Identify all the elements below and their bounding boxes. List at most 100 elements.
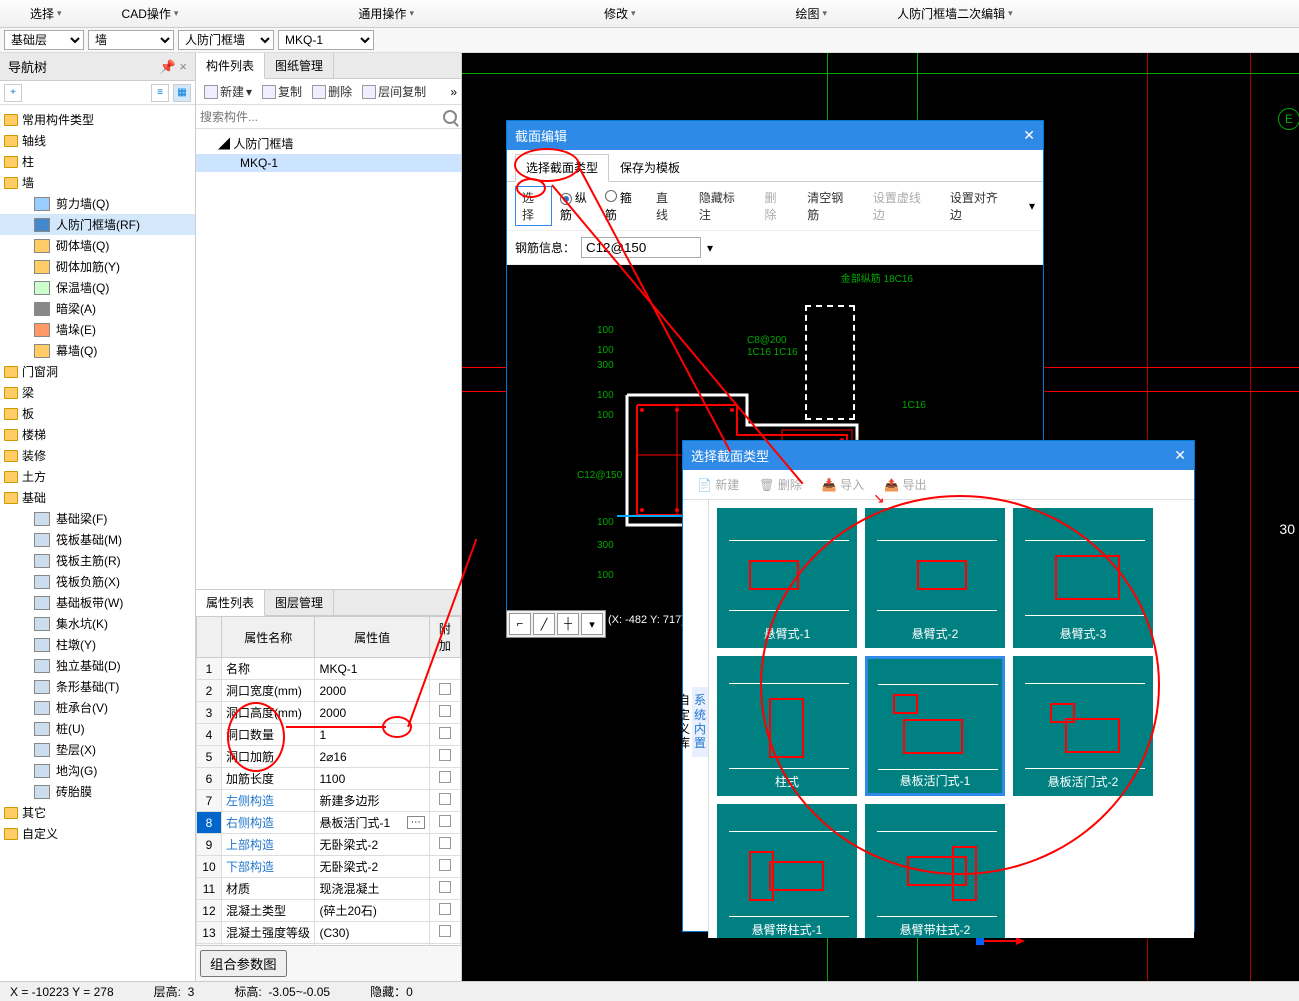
section-card-5[interactable]: 悬板活门式-2 bbox=[1013, 656, 1153, 796]
ribbon-draw[interactable]: 绘图 bbox=[766, 5, 858, 22]
dropdown-icon[interactable]: ▾ bbox=[707, 241, 713, 255]
combo-params-button[interactable]: 组合参数图 bbox=[200, 950, 287, 977]
prop-value-11[interactable]: (碎土20石) bbox=[315, 900, 429, 922]
wall-item-5[interactable]: 暗梁(A) bbox=[0, 298, 195, 319]
found-item-8[interactable]: 条形基础(T) bbox=[0, 676, 195, 697]
prop-value-8[interactable]: 无卧梁式-2 bbox=[315, 834, 429, 856]
wall-item-1[interactable]: 人防门框墙(RF) bbox=[0, 214, 195, 235]
common-types[interactable]: 常用构件类型 bbox=[0, 109, 195, 130]
found-item-5[interactable]: 集水坑(K) bbox=[0, 613, 195, 634]
tab-layers[interactable]: 图层管理 bbox=[265, 590, 334, 615]
prop-value-7[interactable]: 悬板活门式-1⋯ bbox=[315, 812, 429, 834]
ribbon-edit2[interactable]: 人防门框墙二次编辑 bbox=[867, 5, 1043, 22]
browse-button[interactable]: ⋯ bbox=[407, 816, 425, 829]
found-item-9[interactable]: 桩承台(V) bbox=[0, 697, 195, 718]
axis-cat[interactable]: 轴线 bbox=[0, 130, 195, 151]
found-item-1[interactable]: 筏板基础(M) bbox=[0, 529, 195, 550]
wall-item-4[interactable]: 保温墙(Q) bbox=[0, 277, 195, 298]
radio-stirrup[interactable]: 箍筋 bbox=[605, 189, 642, 223]
other-cat[interactable]: 其它 bbox=[0, 802, 195, 823]
section-card-0[interactable]: 悬臂式-1 bbox=[717, 508, 857, 648]
rebar-input[interactable] bbox=[581, 237, 701, 258]
dialog1-titlebar[interactable]: 截面编辑✕ bbox=[507, 121, 1043, 150]
radio-vertical[interactable]: 纵筋 bbox=[560, 189, 597, 223]
more-icon[interactable]: » bbox=[450, 85, 457, 99]
new-button[interactable]: 新建 ▾ bbox=[200, 81, 256, 102]
prop-cb-3[interactable] bbox=[439, 727, 451, 739]
wall-item-0[interactable]: 剪力墙(Q) bbox=[0, 193, 195, 214]
found-item-11[interactable]: 垫层(X) bbox=[0, 739, 195, 760]
prop-value-12[interactable]: (C30) bbox=[315, 922, 429, 944]
ribbon-select[interactable]: 选择 bbox=[0, 5, 92, 22]
wall-item-7[interactable]: 幕墙(Q) bbox=[0, 340, 195, 361]
close-icon[interactable]: ✕ bbox=[1023, 127, 1035, 144]
found-item-4[interactable]: 基础板带(W) bbox=[0, 592, 195, 613]
section-card-1[interactable]: 悬臂式-2 bbox=[865, 508, 1005, 648]
hide-dim-btn[interactable]: 隐藏标注 bbox=[693, 187, 751, 225]
d2-export[interactable]: 📤 导出 bbox=[878, 474, 932, 495]
floor-combo[interactable]: 基础层 bbox=[4, 30, 84, 50]
d2-new[interactable]: 📄 新建 bbox=[691, 474, 745, 495]
prop-cb-7[interactable] bbox=[439, 815, 451, 827]
prop-cb-8[interactable] bbox=[439, 837, 451, 849]
tab-drawing-mgmt[interactable]: 图纸管理 bbox=[265, 53, 334, 78]
prop-cb-11[interactable] bbox=[439, 903, 451, 915]
ts4[interactable]: ▾ bbox=[581, 613, 603, 635]
prop-value-10[interactable]: 现浇混凝土 bbox=[315, 878, 429, 900]
comp-leaf[interactable]: MKQ-1 bbox=[196, 154, 461, 172]
found-cat[interactable]: 基础 bbox=[0, 487, 195, 508]
tab-comp-list[interactable]: 构件列表 bbox=[196, 53, 265, 79]
wall-cat[interactable]: 墙 bbox=[0, 172, 195, 193]
mid-cat-1[interactable]: 梁 bbox=[0, 382, 195, 403]
ribbon-cad[interactable]: CAD操作 bbox=[92, 5, 209, 22]
found-item-7[interactable]: 独立基础(D) bbox=[0, 655, 195, 676]
wall-item-6[interactable]: 墙垛(E) bbox=[0, 319, 195, 340]
prop-cb-2[interactable] bbox=[439, 705, 451, 717]
prop-cb-12[interactable] bbox=[439, 925, 451, 937]
chevron-down-icon[interactable]: ▾ bbox=[1029, 199, 1035, 213]
component-combo[interactable]: MKQ-1 bbox=[278, 30, 374, 50]
clear-rebar-btn[interactable]: 清空钢筋 bbox=[801, 187, 859, 225]
ts1[interactable]: ⌐ bbox=[509, 613, 531, 635]
prop-cb-6[interactable] bbox=[439, 793, 451, 805]
section-card-2[interactable]: 悬臂式-3 bbox=[1013, 508, 1153, 648]
ribbon-common[interactable]: 通用操作 bbox=[328, 5, 444, 22]
prop-value-5[interactable]: 1100 bbox=[315, 768, 429, 790]
comp-root[interactable]: ◢ 人防门框墙 bbox=[196, 133, 461, 154]
prop-cb-1[interactable] bbox=[439, 683, 451, 695]
delete-button[interactable]: 删除 bbox=[308, 81, 356, 102]
d2-import[interactable]: 📥 导入 bbox=[816, 474, 870, 495]
found-item-3[interactable]: 筏板负筋(X) bbox=[0, 571, 195, 592]
found-item-2[interactable]: 筏板主筋(R) bbox=[0, 550, 195, 571]
section-card-3[interactable]: 柱式 bbox=[717, 656, 857, 796]
line-btn[interactable]: 直线 bbox=[650, 187, 685, 225]
d2-del[interactable]: 🗑 删除 bbox=[753, 474, 808, 495]
section-card-7[interactable]: 悬臂带柱式-2 bbox=[865, 804, 1005, 938]
dash-edge-btn[interactable]: 设置虚线边 bbox=[867, 187, 936, 225]
prop-value-4[interactable]: 2⌀16 bbox=[315, 746, 429, 768]
prop-cb-5[interactable] bbox=[439, 771, 451, 783]
prop-value-0[interactable]: MKQ-1 bbox=[315, 658, 429, 680]
tab-save-template[interactable]: 保存为模板 bbox=[609, 154, 691, 181]
prop-cb-9[interactable] bbox=[439, 859, 451, 871]
prop-cb-4[interactable] bbox=[439, 749, 451, 761]
mid-cat-4[interactable]: 装修 bbox=[0, 445, 195, 466]
pin-icon[interactable]: 📌 × bbox=[160, 59, 187, 75]
grid-view-icon[interactable]: ▦ bbox=[173, 84, 191, 102]
found-item-0[interactable]: 基础梁(F) bbox=[0, 508, 195, 529]
select-btn[interactable]: 选择 bbox=[515, 186, 552, 226]
align-edge-btn[interactable]: 设置对齐边 bbox=[944, 187, 1013, 225]
dialog2-titlebar[interactable]: 选择截面类型✕ bbox=[683, 441, 1194, 470]
prop-value-6[interactable]: 新建多边形 bbox=[315, 790, 429, 812]
search-input[interactable] bbox=[200, 110, 443, 124]
prop-value-9[interactable]: 无卧梁式-2 bbox=[315, 856, 429, 878]
list-view-icon[interactable]: ≡ bbox=[151, 84, 169, 102]
ts2[interactable]: ╱ bbox=[533, 613, 555, 635]
prop-value-1[interactable]: 2000 bbox=[315, 680, 429, 702]
ribbon-modify[interactable]: 修改 bbox=[574, 5, 666, 22]
mid-cat-0[interactable]: 门窗洞 bbox=[0, 361, 195, 382]
side-custom[interactable]: 自定义库 bbox=[676, 687, 692, 757]
side-builtin[interactable]: 系统内置 bbox=[692, 687, 708, 757]
mid-cat-5[interactable]: 土方 bbox=[0, 466, 195, 487]
search-icon[interactable] bbox=[443, 110, 457, 124]
